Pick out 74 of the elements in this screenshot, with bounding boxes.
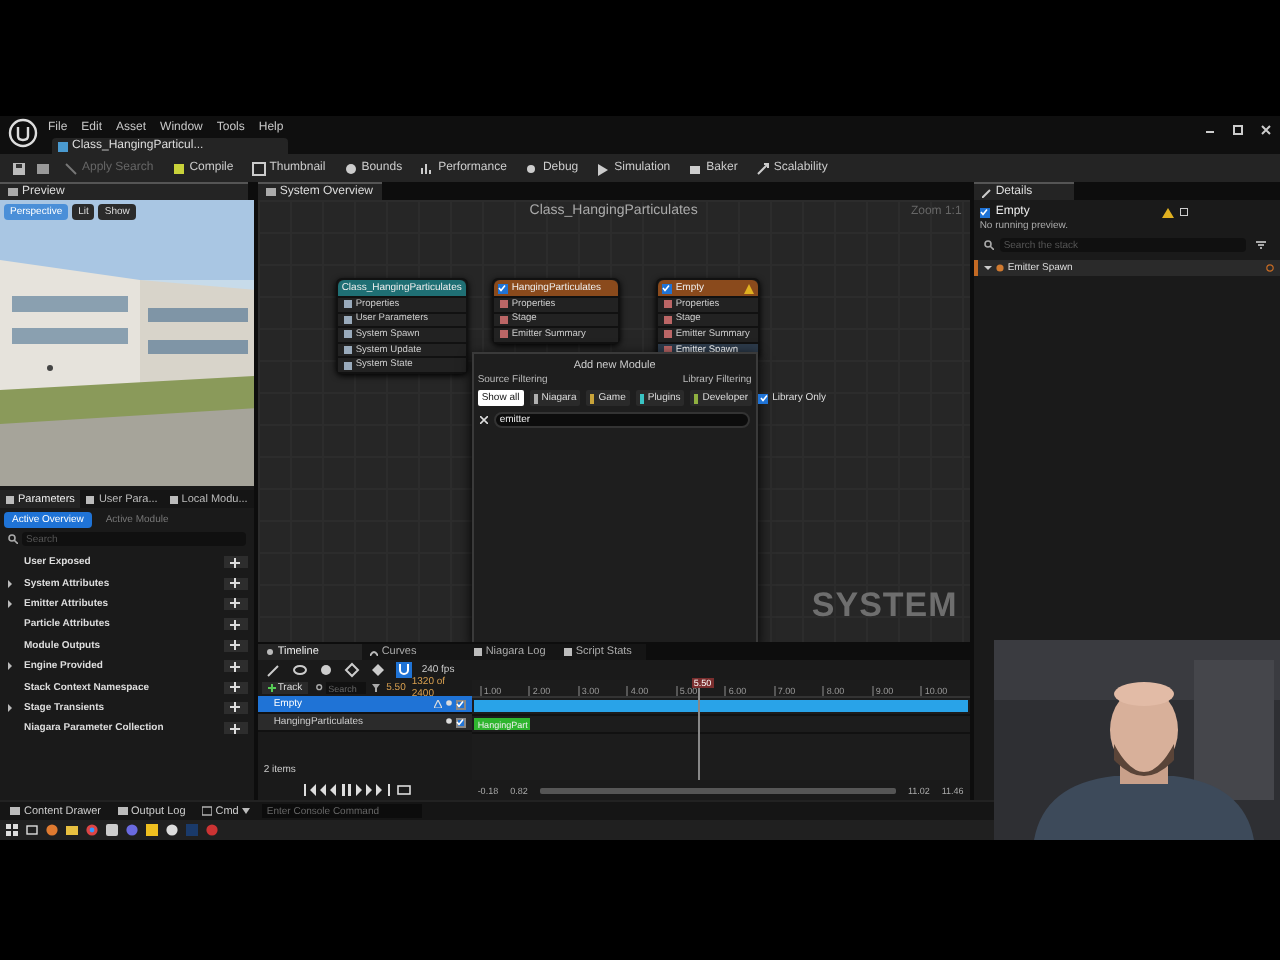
- plus-icon: [267, 684, 276, 692]
- play-icon: [596, 161, 611, 175]
- check-icon: [662, 284, 671, 292]
- tab-icon: [563, 648, 572, 656]
- enable-checkbox[interactable]: [455, 699, 466, 709]
- tab-icon: [86, 495, 95, 503]
- module-icon: [995, 264, 1004, 272]
- magnet-button[interactable]: [395, 662, 412, 678]
- add-button[interactable]: [223, 681, 248, 694]
- warning-icon: [1161, 207, 1174, 217]
- plus-icon: [230, 619, 241, 630]
- add-button[interactable]: [223, 577, 248, 590]
- compile-icon: [171, 161, 186, 175]
- add-button[interactable]: [223, 722, 248, 735]
- asset-icon: [58, 141, 68, 151]
- recorder-icon[interactable]: [206, 824, 218, 836]
- browser-icon[interactable]: [46, 824, 58, 836]
- plus-icon: [230, 598, 241, 609]
- add-button[interactable]: [223, 556, 248, 569]
- scalability-icon: [755, 161, 770, 175]
- clear-icon[interactable]: [479, 416, 488, 424]
- windows-icon[interactable]: [6, 824, 18, 836]
- tab-icon: [6, 495, 14, 503]
- filter-icon[interactable]: [372, 684, 381, 692]
- enable-checkbox[interactable]: [455, 717, 466, 727]
- add-button[interactable]: [223, 597, 248, 610]
- terminal-icon: [201, 806, 212, 816]
- plus-icon: [230, 723, 241, 734]
- tab-icon: [473, 648, 482, 656]
- plus-icon: [230, 661, 241, 672]
- pencil-icon: [981, 187, 992, 197]
- expand-arrow-icon[interactable]: [6, 703, 14, 712]
- close-icon[interactable]: [1260, 124, 1272, 136]
- options-icon[interactable]: [1266, 264, 1274, 272]
- task-view-icon[interactable]: [26, 824, 38, 836]
- unreal-logo-icon: [8, 118, 38, 148]
- plus-icon: [230, 640, 241, 651]
- tab-icon: [169, 495, 178, 503]
- tab-icon: [265, 648, 274, 656]
- plus-icon: [230, 578, 241, 589]
- check-icon: [456, 718, 465, 726]
- add-button[interactable]: [223, 618, 248, 631]
- expand-arrow-icon[interactable]: [6, 579, 14, 588]
- chart-icon: [420, 161, 435, 175]
- eye-icon[interactable]: [291, 662, 308, 678]
- plus-icon: [230, 702, 241, 713]
- magnet-icon: [397, 664, 410, 676]
- plus-icon: [230, 682, 241, 693]
- enable-checkbox[interactable]: [979, 207, 990, 217]
- check-icon: [759, 394, 768, 402]
- caret-icon: [242, 808, 251, 814]
- check-icon: [980, 208, 989, 216]
- enable-checkbox[interactable]: [497, 283, 508, 293]
- diamond-icon[interactable]: [343, 662, 360, 678]
- scrollbar[interactable]: [539, 787, 896, 793]
- check-icon: [498, 284, 507, 292]
- add-button[interactable]: [223, 660, 248, 673]
- maximize-icon[interactable]: [1232, 124, 1244, 136]
- enable-checkbox[interactable]: [661, 283, 672, 293]
- add-button[interactable]: [223, 701, 248, 714]
- graph-watermark: SYSTEM: [811, 586, 958, 626]
- expand-arrow-icon[interactable]: [6, 662, 14, 671]
- thumbnail-icon: [251, 161, 266, 175]
- filter-icon[interactable]: [1255, 240, 1266, 250]
- app-icon[interactable]: [106, 824, 118, 836]
- bounds-icon: [343, 161, 358, 175]
- save-icon[interactable]: [12, 161, 26, 175]
- check-icon: [456, 700, 465, 708]
- tab-icon: [369, 648, 378, 656]
- chat-icon[interactable]: [126, 824, 138, 836]
- stop-icon[interactable]: [1179, 208, 1188, 216]
- add-button[interactable]: [223, 639, 248, 652]
- plus-icon: [230, 557, 241, 568]
- expand-arrow-icon[interactable]: [6, 599, 14, 608]
